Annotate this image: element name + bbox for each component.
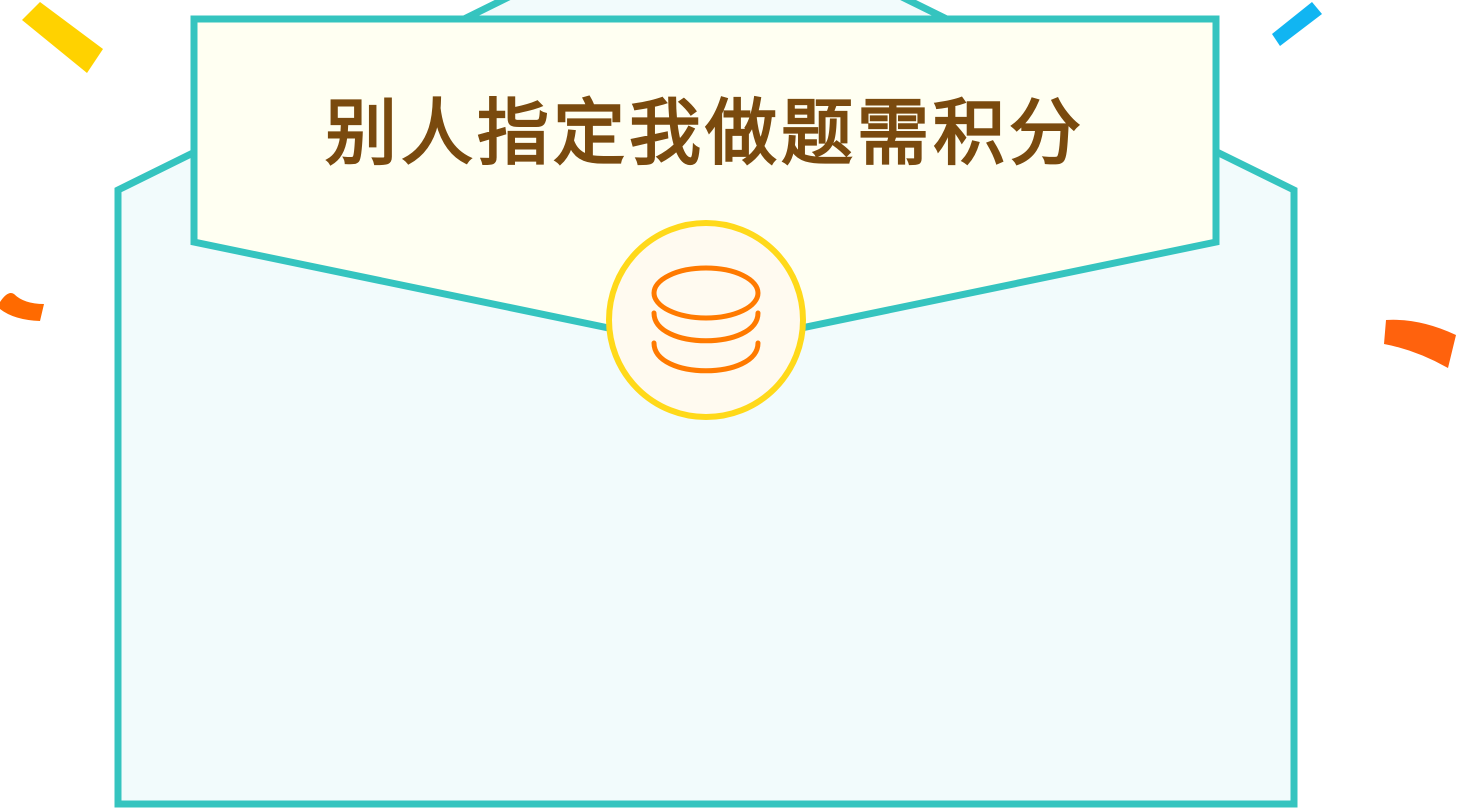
confetti-orange-left xyxy=(0,293,44,321)
points-required-dialog: 别人指定我做题需积分 xyxy=(0,0,1460,808)
confetti-blue-top-right xyxy=(1272,2,1322,46)
confetti-yellow-top-left xyxy=(22,2,103,73)
dialog-title: 别人指定我做题需积分 xyxy=(324,91,1085,175)
coin-badge xyxy=(606,220,806,420)
confetti-orange-right xyxy=(1384,319,1456,368)
